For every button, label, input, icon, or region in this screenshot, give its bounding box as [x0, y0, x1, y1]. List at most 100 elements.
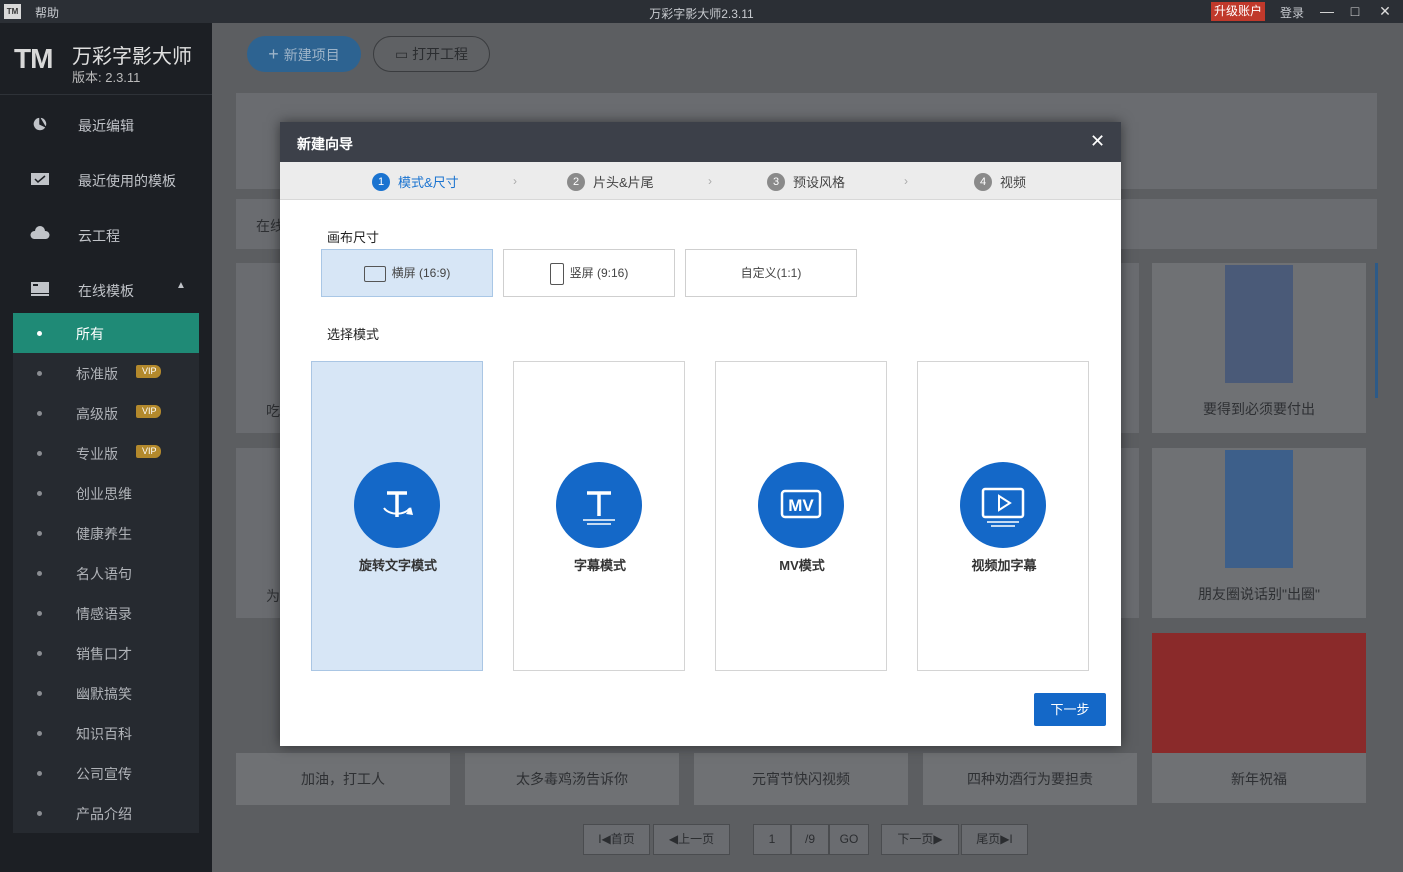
select-mode-label: 选择模式 [327, 327, 380, 342]
chevron-right-icon: › [513, 174, 517, 188]
next-step-button[interactable]: 下一步 [1034, 693, 1106, 726]
subnav-label: 高级版 [76, 406, 118, 422]
open-project-button[interactable]: ▭ 打开工程 [373, 36, 490, 72]
cloud-icon [30, 226, 50, 239]
template-card[interactable]: 要得到必须要付出 [1152, 263, 1366, 433]
go-button[interactable]: GO [829, 824, 869, 855]
portrait-size-button[interactable]: 竖屏 (9:16) [503, 249, 675, 297]
page-total: /9 [791, 824, 829, 855]
subtitle-icon [556, 462, 642, 548]
chevron-up-icon[interactable]: ▲ [176, 280, 186, 291]
subnav-label: 创业思维 [76, 486, 132, 502]
template-card[interactable]: 太多毒鸡汤告诉你 [465, 753, 679, 805]
subnav-label: 健康养生 [76, 526, 132, 542]
landscape-size-button[interactable]: 横屏 (16:9) [321, 249, 493, 297]
title-bar: TM 帮助 万彩字影大师2.3.11 升级账户 登录 — □ ✕ [0, 0, 1403, 23]
page-number-input[interactable]: 1 [753, 824, 791, 855]
template-card[interactable]: 加油，打工人 [236, 753, 450, 805]
login-button[interactable]: 登录 [1280, 4, 1304, 21]
brand-name: 万彩字影大师 [72, 46, 192, 68]
rotate-text-mode-card[interactable]: 旋转文字模式 [311, 361, 483, 671]
subnav-item[interactable]: 创业思维 [13, 473, 199, 513]
template-card[interactable]: 四种劝酒行为要担责 [923, 753, 1137, 805]
subnav-label: 产品介绍 [76, 806, 132, 822]
video-subtitle-mode-card[interactable]: 视频加字幕 [917, 361, 1089, 671]
template-card[interactable]: 元宵节快闪视频 [694, 753, 908, 805]
landscape-icon [363, 265, 386, 282]
dialog-header: 新建向导 ✕ [280, 122, 1121, 162]
chevron-right-icon: › [708, 174, 712, 188]
subnav-item[interactable]: 高级版 VIP [13, 393, 199, 433]
video-play-icon [960, 462, 1046, 548]
card-caption: 新年祝福 [1231, 771, 1287, 787]
open-project-label: 打开工程 [412, 46, 469, 62]
card-caption: 朋友圈说话别"出圈" [1198, 586, 1320, 602]
mv-mode-card[interactable]: MV MV模式 [715, 361, 887, 671]
mode-label: MV模式 [779, 558, 825, 573]
subnav-label: 公司宣传 [76, 766, 132, 782]
nav-recent-edit[interactable]: 最近编辑 [0, 105, 212, 145]
template-card[interactable]: 新年祝福 [1152, 633, 1366, 803]
first-page-button[interactable]: I◀首页 [583, 824, 650, 855]
template-thumbnail [1225, 265, 1293, 383]
subtitle-mode-card[interactable]: 字幕模式 [513, 361, 685, 671]
card-caption: 加油，打工人 [301, 771, 385, 787]
nav-cloud[interactable]: 云工程 [0, 215, 212, 255]
new-project-button[interactable]: + 新建项目 [247, 36, 361, 72]
scrollbar-thumb[interactable] [1375, 263, 1378, 398]
chevron-right-icon: › [904, 174, 908, 188]
bullet-icon [37, 811, 42, 816]
bullet-icon [37, 531, 42, 536]
custom-size-button[interactable]: 自定义(1:1) [685, 249, 857, 297]
last-page-button[interactable]: 尾页▶I [961, 824, 1028, 855]
subnav-item[interactable]: 知识百科 [13, 713, 199, 753]
close-window-icon[interactable]: ✕ [1376, 2, 1394, 20]
bullet-icon [37, 651, 42, 656]
step-label: 视频 [1000, 175, 1027, 190]
bullet-icon [37, 571, 42, 576]
subnav-label: 销售口才 [76, 646, 132, 662]
subnav-item[interactable]: 销售口才 [13, 633, 199, 673]
step-number: 4 [974, 172, 992, 191]
nav-online-templates[interactable]: 在线模板 ▲ [0, 270, 212, 310]
upgrade-account-button[interactable]: 升级账户 [1211, 2, 1266, 21]
minimize-icon[interactable]: — [1318, 2, 1336, 20]
template-card-partial[interactable] [1121, 263, 1139, 433]
bullet-icon [37, 451, 42, 456]
canvas-size-label: 画布尺寸 [327, 230, 380, 245]
step-intro-outro: 2 片头&片尾 [567, 172, 654, 192]
subnav-label: 幽默搞笑 [76, 686, 132, 702]
subnav-item[interactable]: 标准版 VIP [13, 353, 199, 393]
subnav-item[interactable]: 名人语句 [13, 553, 199, 593]
prev-page-button[interactable]: ◀上一页 [653, 824, 730, 855]
nav-label: 最近使用的模板 [78, 173, 176, 189]
card-caption: 要得到必须要付出 [1203, 401, 1315, 417]
template-card-partial[interactable]: 吃 [236, 263, 280, 433]
next-page-button[interactable]: 下一页▶ [881, 824, 959, 855]
subnav-item[interactable]: 公司宣传 [13, 753, 199, 793]
close-icon[interactable]: ✕ [1090, 131, 1105, 152]
maximize-icon[interactable]: □ [1346, 2, 1364, 20]
subnav-label: 知识百科 [76, 726, 132, 742]
template-thumbnail [1152, 633, 1366, 753]
mv-icon-text: MV [788, 496, 814, 515]
nav-label: 云工程 [78, 228, 120, 244]
template-card[interactable]: 朋友圈说话别"出圈" [1152, 448, 1366, 618]
template-card-partial[interactable] [1121, 448, 1139, 618]
clock-icon [32, 116, 48, 132]
subnav-item[interactable]: 健康养生 [13, 513, 199, 553]
step-number: 2 [567, 172, 585, 191]
size-label: 横屏 (16:9) [391, 266, 451, 280]
subnav-item[interactable]: 专业版 VIP [13, 433, 199, 473]
step-video: 4 视频 [974, 172, 1026, 192]
subnav-label: 名人语句 [76, 566, 132, 582]
template-card-partial[interactable]: 为 [236, 448, 280, 618]
nav-recent-templates[interactable]: 最近使用的模板 [0, 160, 212, 200]
step-label: 片头&片尾 [593, 175, 654, 190]
step-preset-style: 3 预设风格 [767, 172, 845, 192]
subnav-item[interactable]: 情感语录 [13, 593, 199, 633]
subnav-item[interactable]: 幽默搞笑 [13, 673, 199, 713]
subnav-item[interactable]: 产品介绍 [13, 793, 199, 833]
subnav-item-all[interactable]: 所有 [13, 313, 199, 353]
mode-label: 视频加字幕 [971, 558, 1037, 573]
